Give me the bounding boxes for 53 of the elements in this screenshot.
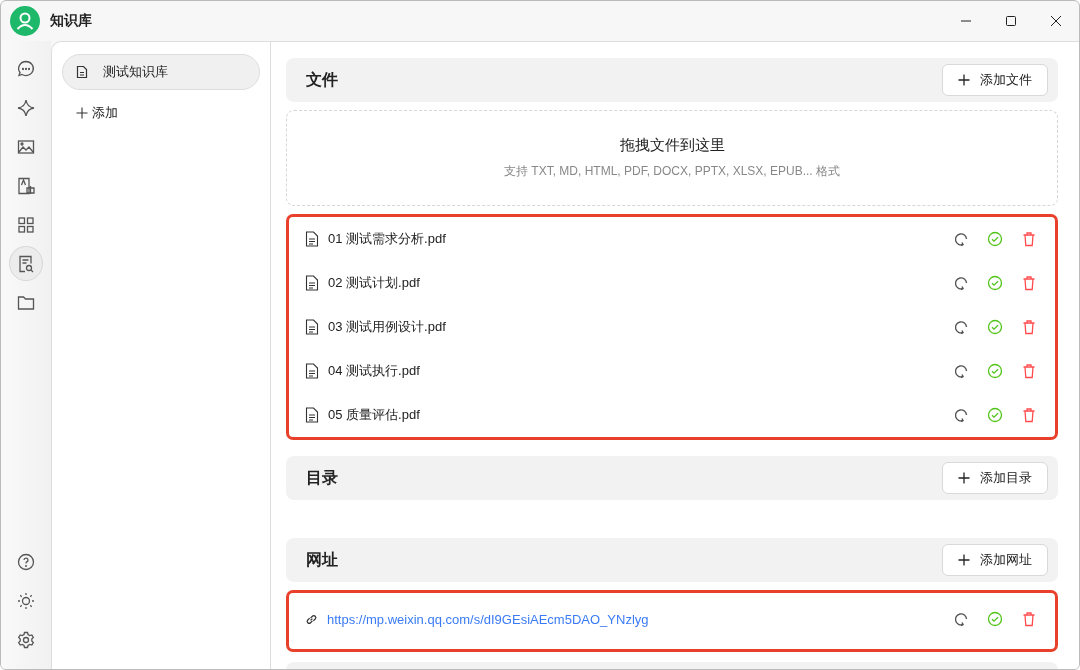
add-directory-button[interactable]: 添加目录 xyxy=(942,462,1048,494)
refresh-icon[interactable] xyxy=(953,407,969,423)
url-link[interactable]: https://mp.weixin.qq.com/s/dI9GEsiAEcm5DAO_YNzlyg xyxy=(327,611,649,627)
section-title: 目录 xyxy=(306,467,338,488)
link-icon xyxy=(305,612,318,626)
document-icon xyxy=(75,65,89,79)
grid-icon xyxy=(16,214,36,235)
add-file-button[interactable]: 添加文件 xyxy=(942,64,1048,96)
document-icon xyxy=(305,231,319,247)
delete-icon[interactable] xyxy=(1021,407,1037,423)
add-knowledge-base-button[interactable]: 添加 xyxy=(62,104,260,122)
delete-icon[interactable] xyxy=(1021,363,1037,379)
refresh-icon[interactable] xyxy=(953,231,969,247)
settings-icon xyxy=(16,629,36,650)
document-icon xyxy=(305,319,319,335)
section-title: 网址 xyxy=(306,549,338,570)
close-icon[interactable] xyxy=(1050,15,1062,27)
drop-zone[interactable]: 拖拽文件到这里 支持 TXT, MD, HTML, PDF, DOCX, PPTX, XLSX, EPUB... 格式 xyxy=(286,110,1058,206)
sun-icon xyxy=(16,590,36,611)
sparkle-icon xyxy=(16,97,36,118)
delete-icon[interactable] xyxy=(1021,319,1037,335)
drop-zone-title: 拖拽文件到这里 xyxy=(619,136,725,155)
document-search-icon xyxy=(16,253,36,274)
refresh-icon[interactable] xyxy=(953,363,969,379)
delete-icon[interactable] xyxy=(1021,611,1037,627)
window-title: 知识库 xyxy=(50,12,92,30)
file-name[interactable]: 04 测试执行.pdf xyxy=(328,362,420,380)
knowledge-nav-button[interactable] xyxy=(9,246,43,281)
document-icon xyxy=(305,275,319,291)
refresh-icon[interactable] xyxy=(953,275,969,291)
add-url-button[interactable]: 添加网址 xyxy=(942,544,1048,576)
user-avatar-icon[interactable] xyxy=(10,6,40,36)
plus-icon xyxy=(958,74,970,86)
maximize-icon[interactable] xyxy=(1005,15,1017,27)
drop-zone-hint: 支持 TXT, MD, HTML, PDF, DOCX, PPTX, XLSX, EPUB... 格式 xyxy=(503,163,841,180)
refresh-icon[interactable] xyxy=(953,319,969,335)
delete-icon[interactable] xyxy=(1021,231,1037,247)
section-title: 文件 xyxy=(306,69,338,90)
file-name[interactable]: 03 测试用例设计.pdf xyxy=(328,318,446,336)
help-icon xyxy=(16,551,36,572)
document-icon xyxy=(305,363,319,379)
delete-icon[interactable] xyxy=(1021,275,1037,291)
file-name[interactable]: 01 测试需求分析.pdf xyxy=(328,230,446,248)
refresh-icon[interactable] xyxy=(953,611,969,627)
file-name[interactable]: 02 测试计划.pdf xyxy=(328,274,420,292)
plus-icon xyxy=(76,107,88,119)
plus-icon xyxy=(958,472,970,484)
chat-bubble-icon xyxy=(16,58,36,79)
document-icon xyxy=(305,407,319,423)
file-name[interactable]: 05 质量评估.pdf xyxy=(328,406,420,424)
plus-icon xyxy=(958,554,970,566)
translate-icon xyxy=(16,175,36,196)
knowledge-base-item[interactable]: 测试知识库 xyxy=(62,54,260,90)
